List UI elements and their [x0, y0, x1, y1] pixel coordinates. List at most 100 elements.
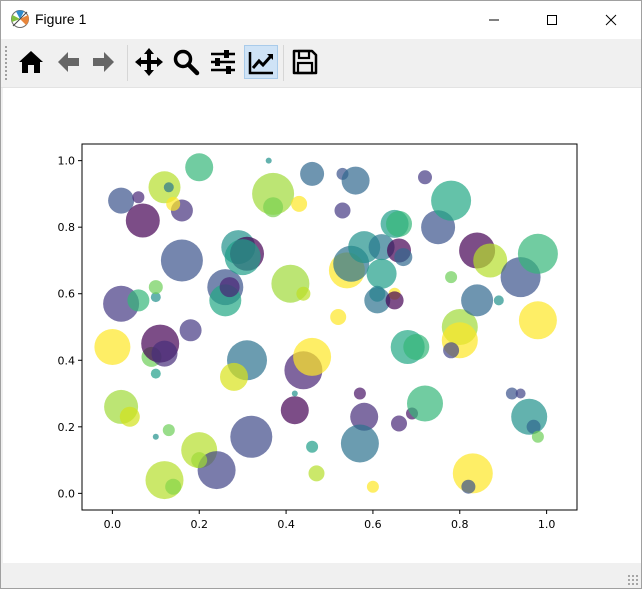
pan-button[interactable]: [132, 45, 166, 79]
scatter-point: [148, 280, 163, 295]
window-title: Figure 1: [35, 11, 87, 27]
y-tick-label: 1.0: [58, 155, 76, 168]
home-icon: [19, 51, 43, 73]
scatter-point: [179, 319, 202, 342]
scatter-point: [341, 166, 370, 195]
floppy-disk-icon: [292, 49, 318, 75]
scatter-point: [119, 406, 140, 427]
scatter-point: [386, 210, 412, 237]
maximize-icon: [547, 15, 557, 25]
navigation-toolbar: [1, 39, 641, 88]
status-bar: [1, 564, 641, 588]
scatter-point: [394, 248, 413, 267]
scatter-point: [517, 233, 558, 274]
x-tick-label: 0.2: [190, 518, 208, 531]
scatter-point: [308, 465, 325, 482]
scatter-point: [366, 258, 397, 289]
scatter-point: [280, 396, 309, 425]
scatter-point: [445, 271, 458, 284]
scatter-point: [431, 180, 472, 221]
y-tick-label: 0.0: [58, 487, 76, 500]
scatter-point: [403, 334, 430, 360]
zoom-button[interactable]: [169, 45, 203, 79]
back-arrow-icon: [58, 52, 79, 72]
scatter-point: [296, 286, 311, 301]
forward-button[interactable]: [87, 45, 121, 79]
scatter-point: [127, 289, 150, 312]
magnifier-icon: [173, 49, 200, 76]
scatter-point: [385, 291, 404, 310]
scatter-point: [291, 390, 298, 397]
close-icon: [605, 14, 617, 26]
x-tick-label: 0.6: [364, 518, 382, 531]
scatter-point: [306, 440, 319, 453]
scatter-point: [340, 424, 379, 463]
scatter-point: [493, 295, 504, 306]
scatter-point: [185, 153, 214, 182]
scatter-point: [165, 478, 182, 495]
close-button[interactable]: [583, 1, 639, 39]
x-tick-label: 0.8: [451, 518, 469, 531]
title-bar[interactable]: Figure 1: [1, 1, 641, 39]
scatter-point: [443, 342, 460, 359]
scatter-point: [151, 340, 178, 367]
y-tick-label: 0.6: [58, 288, 76, 301]
scatter-point: [265, 157, 272, 164]
edit-axes-button[interactable]: [244, 45, 278, 79]
scatter-point: [300, 161, 325, 186]
scatter-point: [163, 182, 174, 193]
scatter-point: [152, 433, 159, 440]
x-tick-label: 0.0: [104, 518, 122, 531]
scatter-point: [531, 430, 544, 443]
scatter-point: [369, 285, 386, 302]
minimize-button[interactable]: [466, 1, 522, 39]
y-tick-label: 0.8: [58, 221, 76, 234]
matplotlib-icon: [11, 10, 29, 28]
scatter-point: [334, 202, 351, 219]
scatter-point: [418, 170, 432, 185]
x-tick-label: 1.0: [538, 518, 556, 531]
back-button[interactable]: [51, 45, 85, 79]
x-tick-label: 0.4: [277, 518, 295, 531]
scatter-point: [160, 239, 203, 282]
scatter-point: [219, 277, 240, 298]
scatter-point: [407, 385, 443, 422]
line-chart-icon: [248, 52, 273, 75]
scatter-point: [224, 239, 261, 276]
minimize-icon: [489, 19, 499, 21]
subplots-button[interactable]: [206, 45, 240, 79]
scatter-point: [391, 415, 407, 432]
toolbar-separator: [127, 45, 128, 81]
move-icon: [135, 48, 163, 76]
scatter-point: [125, 203, 160, 238]
home-button[interactable]: [14, 45, 48, 79]
figure-canvas[interactable]: 0.0 0.2 0.4 0.6 0.8 1.0 0.0 0.2 0.4 0.6 0.8 1.0: [3, 88, 641, 563]
toolbar-separator: [283, 45, 284, 81]
y-tick-label: 0.4: [58, 354, 76, 367]
forward-arrow-icon: [93, 52, 114, 72]
scatter-point: [220, 362, 248, 391]
scatter-point: [461, 284, 494, 317]
scatter-point: [330, 309, 347, 325]
scatter-point: [515, 388, 526, 399]
scatter-point: [461, 479, 476, 494]
scatter-point: [162, 424, 175, 437]
scatter-point: [291, 195, 308, 212]
scatter-point: [230, 415, 273, 458]
scatter-point: [263, 197, 284, 218]
scatter-point: [132, 191, 145, 204]
figure-window: Figure 1 0.0 0.2 0.4 0.6 0.8 1.0 0.0 0.2…: [0, 0, 642, 589]
scatter-point: [145, 461, 184, 500]
maximize-button[interactable]: [524, 1, 580, 39]
y-tick-label: 0.2: [58, 421, 76, 434]
scatter-plot[interactable]: 0.0 0.2 0.4 0.6 0.8 1.0 0.0 0.2 0.4 0.6 0.8 1.0: [3, 88, 641, 563]
scatter-point: [366, 480, 379, 493]
scatter-point: [150, 368, 161, 379]
sliders-icon: [211, 50, 235, 74]
resize-grip[interactable]: [627, 574, 639, 586]
toolbar-grip[interactable]: [4, 45, 8, 81]
scatter-point: [166, 196, 181, 211]
save-button[interactable]: [288, 45, 322, 79]
scatter-point: [293, 337, 332, 376]
scatter-point: [518, 301, 557, 340]
